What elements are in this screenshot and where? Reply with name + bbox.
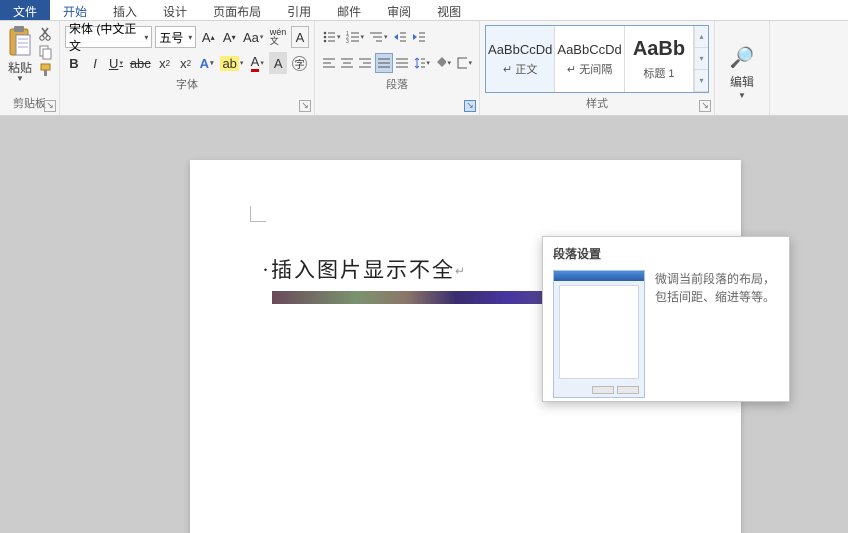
style-nospacing[interactable]: AaBbCcDd ↵ 无间隔 — [555, 26, 624, 92]
subscript-button[interactable]: x2 — [156, 52, 174, 74]
group-clipboard: 粘贴 ▼ 剪贴板 ↘ — [0, 21, 60, 115]
clipboard-launcher[interactable]: ↘ — [44, 100, 56, 112]
tooltip-description: 微调当前段落的布局，包括间距、缩进等等。 — [655, 270, 779, 398]
paste-button[interactable]: 粘贴 ▼ — [5, 23, 35, 83]
char-border-button[interactable]: A — [291, 26, 309, 48]
phonetic-guide-button[interactable]: wén文 — [268, 26, 288, 48]
tab-file[interactable]: 文件 — [0, 0, 50, 20]
char-shading-button[interactable]: A — [269, 52, 287, 74]
tab-review[interactable]: 审阅 — [374, 0, 424, 20]
paragraph-tooltip: 段落设置 微调当前段落的布局，包括间距、缩进等等。 — [542, 236, 790, 402]
align-right-button[interactable] — [357, 53, 374, 73]
superscript-button[interactable]: x2 — [177, 52, 195, 74]
group-paragraph: ▾ 123▾ ▾ ▾ ▾ ▾ 段落 ↘ — [315, 21, 480, 115]
multilevel-button[interactable]: ▾ — [367, 26, 390, 48]
tab-view[interactable]: 视图 — [424, 0, 474, 20]
paste-icon — [6, 25, 34, 59]
font-name-combo[interactable]: 宋体 (中文正文▾ — [65, 26, 152, 48]
ribbon-tabs: 文件 开始 插入 设计 页面布局 引用 邮件 审阅 视图 — [0, 0, 848, 21]
enclose-char-button[interactable]: 字 — [290, 52, 309, 74]
style-heading1[interactable]: AaBb 标题 1 — [625, 26, 694, 92]
style-normal[interactable]: AaBbCcDd ↵ 正文 — [486, 26, 555, 92]
svg-text:3: 3 — [346, 39, 349, 44]
underline-button[interactable]: U▾ — [107, 52, 125, 74]
font-launcher[interactable]: ↘ — [299, 100, 311, 112]
borders-button[interactable]: ▾ — [454, 52, 474, 74]
strikethrough-button[interactable]: abc — [128, 52, 153, 74]
group-editing: 🔎 编辑 ▼ — [715, 21, 770, 115]
group-styles: AaBbCcDd ↵ 正文 AaBbCcDd ↵ 无间隔 AaBb 标题 1 ▴… — [480, 21, 715, 115]
numbering-button[interactable]: 123▾ — [344, 26, 367, 48]
style-expand[interactable]: ▾ — [695, 70, 708, 92]
line-spacing-button[interactable]: ▾ — [412, 52, 432, 74]
bold-button[interactable]: B — [65, 52, 83, 74]
align-center-button[interactable] — [338, 53, 355, 73]
align-left-button[interactable] — [320, 53, 337, 73]
ribbon: 粘贴 ▼ 剪贴板 ↘ 宋体 (中文正文▾ 五号▾ A▴ A▾ Aa▾ wén文 … — [0, 21, 848, 116]
highlight-button[interactable]: ab▾ — [219, 52, 246, 74]
increase-indent-button[interactable] — [410, 26, 428, 48]
decrease-indent-button[interactable] — [391, 26, 409, 48]
align-justify-button[interactable] — [375, 53, 393, 73]
group-label-font: 字体 — [65, 74, 309, 96]
cut-icon[interactable] — [38, 26, 54, 42]
tab-home[interactable]: 开始 — [50, 0, 100, 20]
style-gallery-scroll: ▴ ▾ ▾ — [694, 26, 708, 92]
tab-references[interactable]: 引用 — [274, 0, 324, 20]
italic-button[interactable]: I — [86, 52, 104, 74]
bullets-button[interactable]: ▾ — [320, 26, 343, 48]
editing-dropdown-icon[interactable]: ▼ — [738, 91, 746, 100]
copy-icon[interactable] — [38, 44, 54, 60]
tab-insert[interactable]: 插入 — [100, 0, 150, 20]
align-distribute-button[interactable] — [394, 53, 411, 73]
group-label-styles: 样式 — [485, 93, 709, 115]
style-scroll-up[interactable]: ▴ — [695, 26, 708, 48]
document-area[interactable]: ·插入图片显示不全↵ 段落设置 微调当前段落的布局，包括间距、缩进等等。 — [0, 116, 848, 533]
font-color-button[interactable]: A▾ — [248, 52, 266, 74]
paste-dropdown-icon[interactable]: ▼ — [16, 74, 24, 83]
style-scroll-down[interactable]: ▾ — [695, 48, 708, 70]
document-heading[interactable]: ·插入图片显示不全↵ — [262, 254, 467, 284]
tab-mail[interactable]: 邮件 — [324, 0, 374, 20]
editing-label[interactable]: 编辑 — [730, 73, 754, 90]
shading-button[interactable]: ▾ — [433, 52, 453, 74]
tooltip-thumbnail — [553, 270, 645, 398]
text-effects-button[interactable]: A▾ — [198, 52, 216, 74]
tab-layout[interactable]: 页面布局 — [200, 0, 274, 20]
find-icon[interactable]: 🔎 — [730, 45, 755, 70]
tab-design[interactable]: 设计 — [150, 0, 200, 20]
styles-launcher[interactable]: ↘ — [699, 100, 711, 112]
grow-font-button[interactable]: A▴ — [199, 26, 217, 48]
format-painter-icon[interactable] — [38, 62, 54, 78]
change-case-button[interactable]: Aa▾ — [241, 26, 265, 48]
group-label-paragraph: 段落 — [320, 74, 474, 96]
margin-corner-icon — [250, 206, 266, 222]
group-font: 宋体 (中文正文▾ 五号▾ A▴ A▾ Aa▾ wén文 A B I U▾ ab… — [60, 21, 315, 115]
paragraph-launcher[interactable]: ↘ — [464, 100, 476, 112]
shrink-font-button[interactable]: A▾ — [220, 26, 238, 48]
font-size-combo[interactable]: 五号▾ — [155, 26, 196, 48]
tooltip-title: 段落设置 — [553, 245, 779, 262]
